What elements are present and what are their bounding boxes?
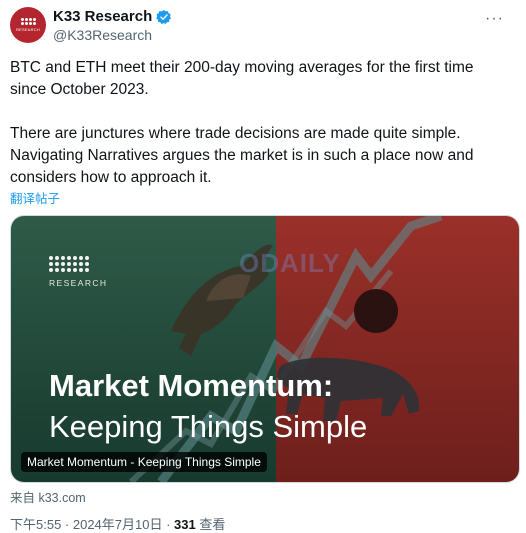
author-handle[interactable]: @K33Research	[53, 27, 152, 43]
card-k33-logo: RESEARCH	[49, 256, 107, 288]
verified-badge-icon	[156, 9, 172, 24]
tweet-meta: 下午5:55 · 2024年7月10日 · 331 查看	[10, 514, 225, 533]
more-options-icon[interactable]: ···	[485, 10, 504, 28]
card-headline-line1: Market Momentum:	[49, 368, 334, 403]
views-label: 查看	[195, 517, 226, 532]
author-avatar[interactable]: RESEARCH	[10, 7, 46, 43]
card-logo-label: RESEARCH	[49, 278, 108, 288]
watermark: ODAILY	[239, 248, 341, 278]
author-name-row: K33 Research	[53, 8, 172, 25]
translate-post-link[interactable]: 翻译帖子	[10, 188, 60, 207]
link-card[interactable]: RESEARCH ODAILY Market Momentum: Keeping…	[10, 215, 520, 483]
card-source[interactable]: 来自 k33.com	[10, 487, 86, 506]
card-headline-line2: Keeping Things Simple	[49, 409, 368, 444]
k33-logo-icon	[20, 18, 36, 25]
tweet-text: BTC and ETH meet their 200-day moving av…	[10, 59, 474, 186]
author-display-name[interactable]: K33 Research	[53, 8, 152, 25]
k33-dots-icon	[49, 256, 107, 272]
avatar-label: RESEARCH	[16, 27, 40, 32]
views-count: 331	[174, 517, 196, 532]
tweet-timestamp[interactable]: 下午5:55 · 2024年7月10日 ·	[10, 517, 174, 532]
card-caption: Market Momentum - Keeping Things Simple	[21, 452, 267, 472]
